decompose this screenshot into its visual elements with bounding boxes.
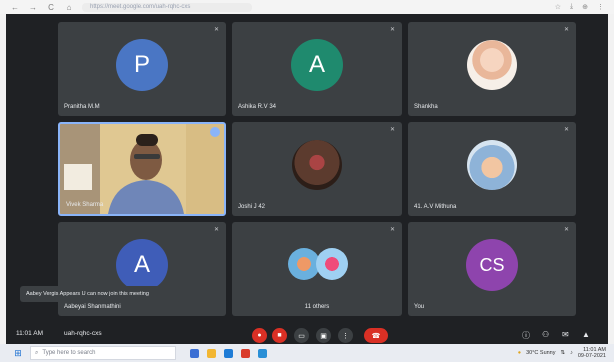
participant-tile[interactable]: ✕ Joshi J 42 <box>232 122 402 216</box>
store-icon[interactable] <box>258 348 267 358</box>
participant-name: Joshi J 42 <box>238 204 266 210</box>
others-tile[interactable]: ✕ 11 others <box>232 222 402 316</box>
browser-toolbar: ← → C ⌂ https://meet.google.com/uah-rqhc… <box>0 0 614 14</box>
participant-name: Aabeyai Shanmathini <box>64 304 121 310</box>
participant-name: Ashika R.V 34 <box>238 104 277 110</box>
avatar: A <box>291 39 343 92</box>
mic-off-icon: ✕ <box>213 227 220 233</box>
mic-off-icon: ✕ <box>389 27 396 33</box>
participant-tile[interactable]: ✕ Shankha <box>408 22 576 116</box>
participant-tile[interactable]: ✕ 41. A.V Mithuna <box>408 122 576 216</box>
meeting-stage: P ✕ Pranitha M.M A ✕ Ashika R.V 34 ✕ Sha… <box>6 14 608 344</box>
weather-icon: ● <box>517 350 522 356</box>
avatar <box>316 248 348 280</box>
meeting-controls-bar: 11:01 AM uah-rqhc-cxs ● ■ ▭ ▣ ⋮ ☎ ⓘ ⚇ ✉ … <box>6 326 608 344</box>
notification-toast: Aabey Vergis Appears U can now join this… <box>20 286 180 302</box>
clock-date: 09-07-2021 <box>577 353 606 359</box>
chat-icon[interactable]: ✉ <box>562 330 569 339</box>
menu-icon[interactable]: ⋮ <box>597 3 604 11</box>
participant-name: Shankha <box>414 104 438 110</box>
network-icon[interactable]: ⇅ <box>561 350 566 356</box>
self-tile[interactable]: CS ✕ You <box>408 222 576 316</box>
people-icon[interactable]: ⚇ <box>542 330 549 339</box>
mic-off-icon: ✕ <box>563 227 570 233</box>
extension-icon[interactable]: ⊕ <box>582 3 588 11</box>
reload-icon[interactable]: C <box>46 3 56 12</box>
activities-icon[interactable]: ▲ <box>582 330 590 339</box>
camera-off-button[interactable]: ■ <box>272 328 287 343</box>
avatar: P <box>116 39 168 92</box>
avatar <box>467 140 517 191</box>
meeting-time: 11:01 AM <box>16 330 43 337</box>
search-placeholder: Type here to search <box>42 350 96 356</box>
taskbar-clock[interactable]: 11:01 AM 09-07-2021 <box>578 347 606 359</box>
back-icon[interactable]: ← <box>10 3 20 12</box>
download-icon[interactable]: ⤓ <box>570 3 573 11</box>
weather-text: 30°C Sunny <box>526 350 556 356</box>
participant-name: 41. A.V Mithuna <box>414 204 457 210</box>
file-explorer-icon[interactable] <box>207 348 216 358</box>
mic-off-icon: ✕ <box>563 127 570 133</box>
avatar: A <box>116 239 168 292</box>
windows-start-icon[interactable]: ⊞ <box>10 345 26 361</box>
meeting-code: uah-rqhc-cxs <box>64 330 102 337</box>
more-options-icon[interactable] <box>210 127 220 137</box>
more-options-button[interactable]: ⋮ <box>338 328 353 343</box>
mic-off-icon: ✕ <box>389 127 396 133</box>
forward-icon[interactable]: → <box>28 3 38 12</box>
avatar <box>292 140 342 191</box>
info-icon[interactable]: ⓘ <box>522 330 530 341</box>
edge-icon[interactable] <box>224 348 233 358</box>
participant-name: Vivek Sharma <box>66 202 104 208</box>
search-icon: ⌕ <box>35 349 39 356</box>
captions-button[interactable]: ▭ <box>294 328 309 343</box>
participant-name: Pranitha M.M <box>64 104 100 110</box>
taskbar-search[interactable]: ⌕ Type here to search <box>30 346 176 360</box>
bookmark-icon[interactable]: ☆ <box>555 3 561 11</box>
participant-video-tile[interactable]: Vivek Sharma <box>58 122 226 216</box>
mic-off-button[interactable]: ● <box>252 328 267 343</box>
mic-off-icon: ✕ <box>563 27 570 33</box>
participant-tile[interactable]: P ✕ Pranitha M.M <box>58 22 226 116</box>
task-view-icon[interactable] <box>190 348 199 358</box>
avatar <box>467 40 517 91</box>
avatar: CS <box>466 239 518 292</box>
system-tray: ● 30°C Sunny ⇅ ♪ 11:01 AM 09-07-2021 <box>518 347 614 359</box>
others-count: 11 others <box>304 304 330 310</box>
video-feed <box>60 124 224 214</box>
participant-tile[interactable]: A ✕ Ashika R.V 34 <box>232 22 402 116</box>
participant-name: You <box>414 304 425 310</box>
windows-taskbar: ⊞ ⌕ Type here to search ● 30°C Sunny ⇅ ♪… <box>0 344 614 362</box>
mic-off-icon: ✕ <box>213 27 220 33</box>
present-button[interactable]: ▣ <box>316 328 331 343</box>
hangup-button[interactable]: ☎ <box>364 328 388 343</box>
chrome-icon[interactable] <box>241 348 250 358</box>
address-bar[interactable]: https://meet.google.com/uah-rqhc-cxs <box>82 2 252 12</box>
home-icon[interactable]: ⌂ <box>64 3 74 12</box>
volume-icon[interactable]: ♪ <box>570 350 573 356</box>
mic-off-icon: ✕ <box>389 227 396 233</box>
